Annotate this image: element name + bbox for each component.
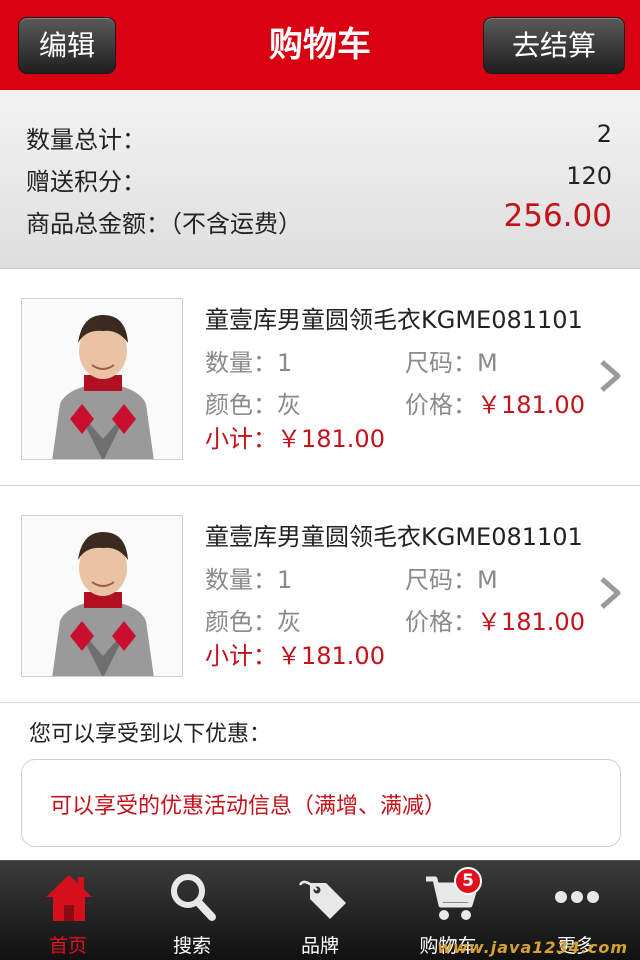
size-info: 尺码：M xyxy=(405,343,498,378)
tag-icon xyxy=(298,880,346,919)
total-row: 商品总金额：（不含运费） 256.00 xyxy=(26,198,612,239)
cart-item[interactable]: 童壹库男童圆领毛衣KGME081101 数量：1 尺码：M 颜色：灰 价格：￥1… xyxy=(0,487,640,703)
product-image xyxy=(21,515,183,677)
header-bar: 编辑 购物车 去结算 xyxy=(0,0,640,90)
home-icon xyxy=(46,875,92,921)
cart-badge: 5 xyxy=(454,867,482,895)
quantity-label: 数量总计： xyxy=(26,126,146,154)
qty-label: 数量： xyxy=(205,349,277,377)
tab-label: 品牌 xyxy=(300,935,339,957)
size-value: M xyxy=(477,349,498,377)
checkout-button[interactable]: 去结算 xyxy=(483,17,625,74)
watermark: www.java1234.com xyxy=(437,938,628,957)
qty-value: 1 xyxy=(277,566,293,594)
cart-summary: 数量总计： 2 赠送积分： 120 商品总金额：（不含运费） 256.00 xyxy=(0,90,640,269)
cart-item[interactable]: 童壹库男童圆领毛衣KGME081101 数量：1 尺码：M 颜色：灰 价格：￥1… xyxy=(0,270,640,486)
subtotal-label: 小计： xyxy=(205,642,277,670)
promotion-title: 您可以享受到以下优惠： xyxy=(29,722,272,747)
chevron-right-icon[interactable] xyxy=(598,358,622,394)
color-value: 灰 xyxy=(277,608,301,636)
product-image xyxy=(21,298,183,460)
color-info: 颜色：灰 xyxy=(205,602,301,637)
subtotal-value: ￥181.00 xyxy=(277,425,385,453)
points-value: 120 xyxy=(566,162,612,190)
size-label: 尺码： xyxy=(405,349,477,377)
points-row: 赠送积分： 120 xyxy=(26,162,612,197)
product-name: 童壹库男童圆领毛衣KGME081101 xyxy=(205,306,583,334)
subtotal-info: 小计：￥181.00 xyxy=(205,636,385,671)
color-label: 颜色： xyxy=(205,608,277,636)
quantity-row: 数量总计： 2 xyxy=(26,120,612,155)
total-value: 256.00 xyxy=(503,198,612,234)
color-info: 颜色：灰 xyxy=(205,385,301,420)
subtotal-info: 小计：￥181.00 xyxy=(205,419,385,454)
size-value: M xyxy=(477,566,498,594)
tab-label: 搜索 xyxy=(172,935,211,957)
tab-brand[interactable]: 品牌 xyxy=(256,861,384,960)
tab-home[interactable]: 首页 xyxy=(4,861,132,960)
chevron-right-icon[interactable] xyxy=(598,575,622,611)
quantity-value: 2 xyxy=(596,120,612,148)
promotion-text: 可以享受的优惠活动信息（满增、满减） xyxy=(50,794,447,819)
points-label: 赠送积分： xyxy=(26,168,146,196)
size-label: 尺码： xyxy=(405,566,477,594)
more-icon xyxy=(555,891,599,903)
search-icon xyxy=(171,874,216,921)
size-info: 尺码：M xyxy=(405,560,498,595)
subtotal-value: ￥181.00 xyxy=(277,642,385,670)
product-name: 童壹库男童圆领毛衣KGME081101 xyxy=(205,523,583,551)
qty-value: 1 xyxy=(277,349,293,377)
color-label: 颜色： xyxy=(205,391,277,419)
total-label: 商品总金额：（不含运费） xyxy=(26,210,302,238)
quantity-info: 数量：1 xyxy=(205,560,292,595)
price-info: 价格：￥181.00 xyxy=(405,385,585,420)
quantity-info: 数量：1 xyxy=(205,343,292,378)
color-value: 灰 xyxy=(277,391,301,419)
price-value: ￥181.00 xyxy=(477,391,585,419)
price-label: 价格： xyxy=(405,608,477,636)
price-label: 价格： xyxy=(405,391,477,419)
promotion-box: 可以享受的优惠活动信息（满增、满减） xyxy=(21,759,621,847)
tab-label: 首页 xyxy=(48,935,87,957)
subtotal-label: 小计： xyxy=(205,425,277,453)
price-value: ￥181.00 xyxy=(477,608,585,636)
price-info: 价格：￥181.00 xyxy=(405,602,585,637)
qty-label: 数量： xyxy=(205,566,277,594)
tab-search[interactable]: 搜索 xyxy=(128,861,256,960)
